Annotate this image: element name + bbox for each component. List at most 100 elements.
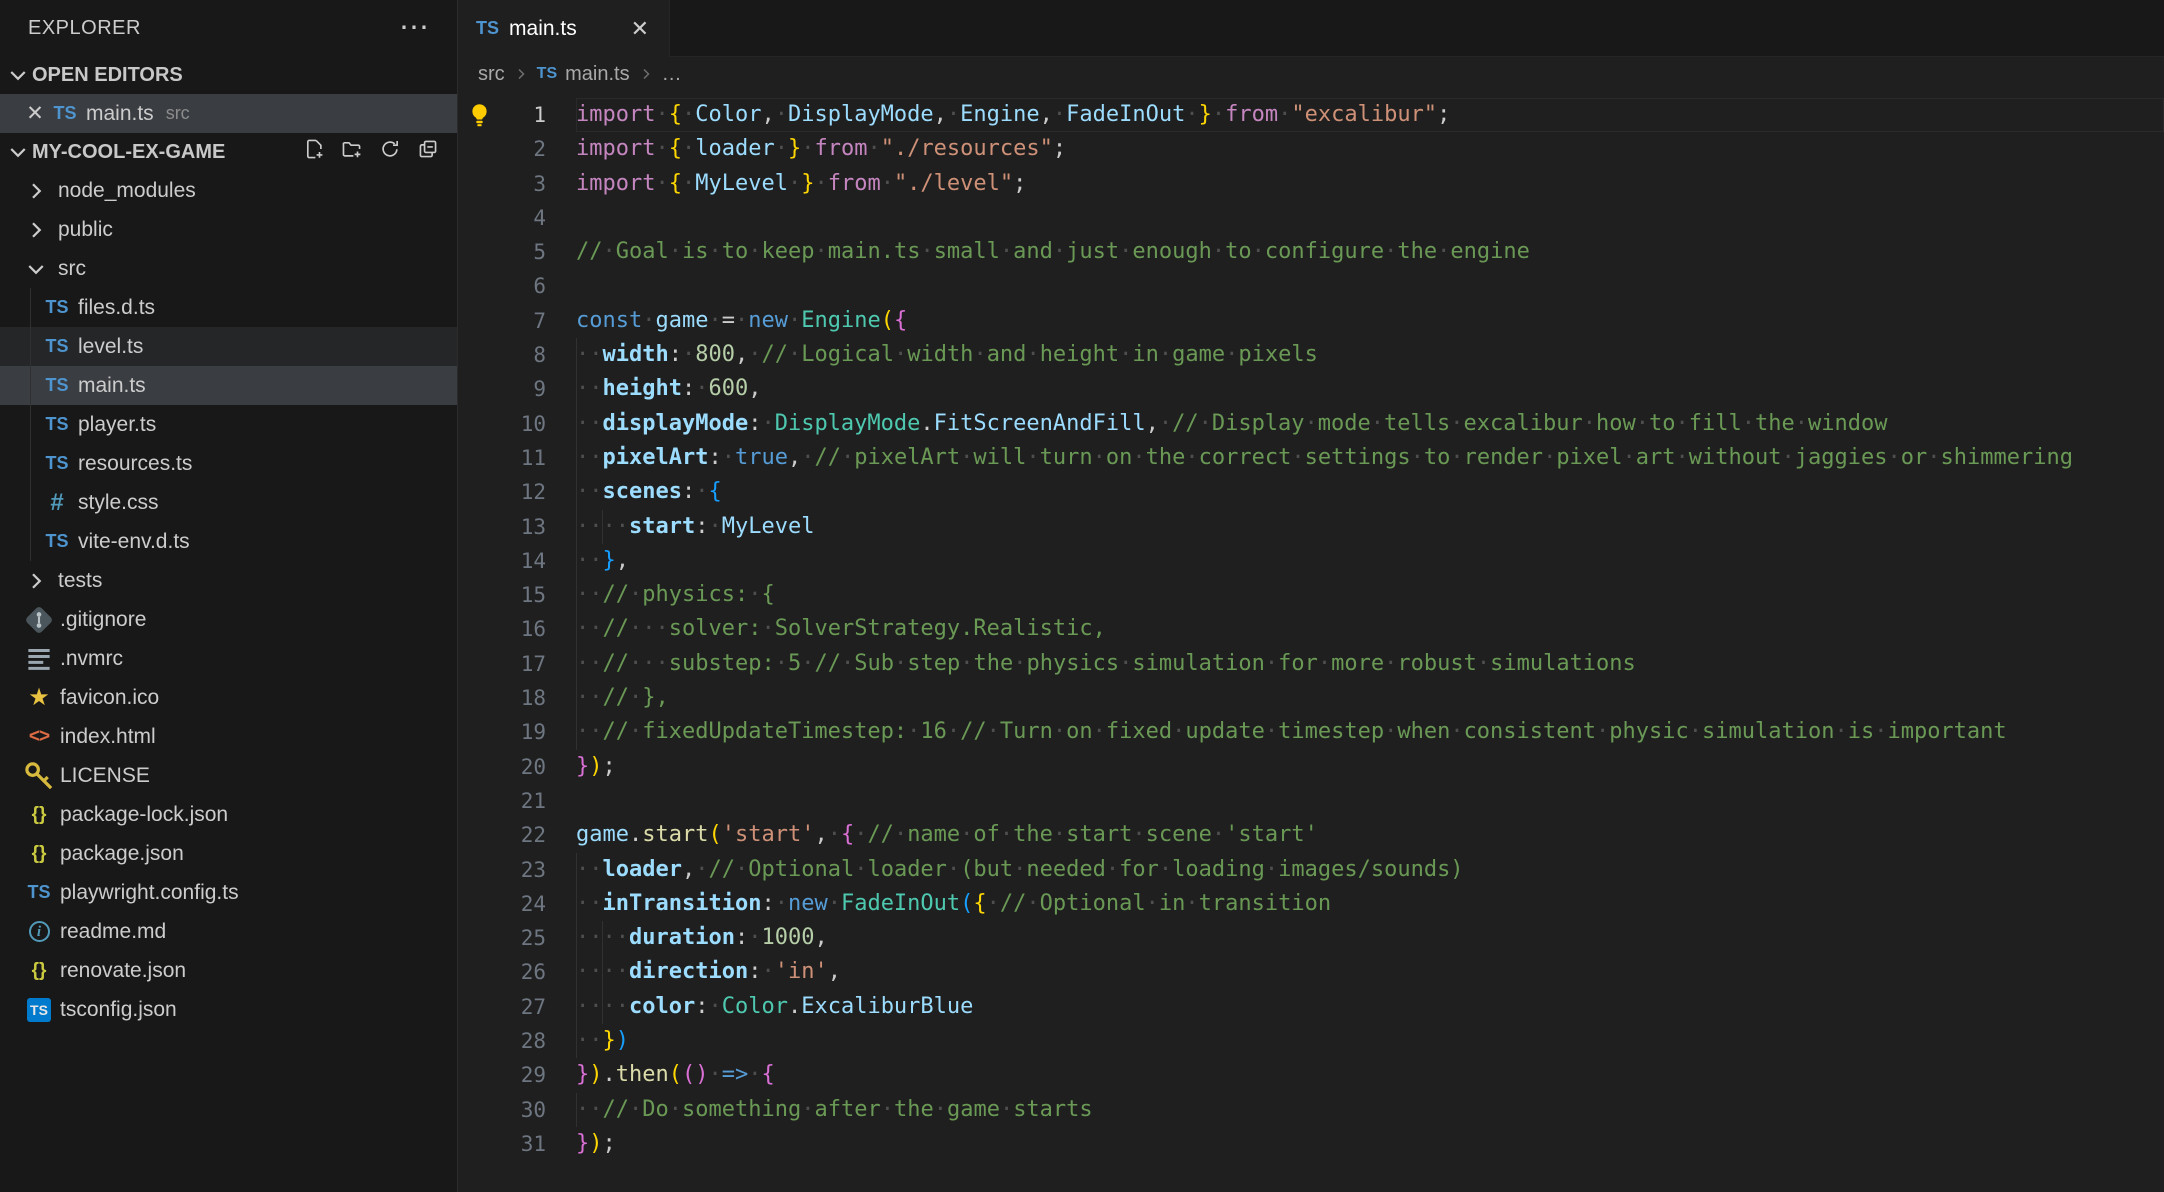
tree-file-tsconfig.json[interactable]: TS tsconfig.json: [0, 990, 457, 1029]
new-file-button[interactable]: [303, 138, 325, 166]
tree-file-files.d.ts[interactable]: TS files.d.ts: [0, 288, 457, 327]
code-line-content[interactable]: ··//···solver:·SolverStrategy.Realistic,: [576, 612, 2164, 647]
line-number[interactable]: 8: [458, 338, 576, 372]
tree-file-.nvmrc[interactable]: .nvmrc: [0, 639, 457, 678]
collapse-all-button[interactable]: [417, 138, 439, 166]
code-line-content[interactable]: ····direction:·'in',: [576, 955, 2164, 990]
code-line-content[interactable]: ··pixelArt:·true,·//·pixelArt·will·turn·…: [576, 440, 2164, 476]
code-line-content[interactable]: });: [576, 1127, 2164, 1161]
line-number[interactable]: 1: [458, 98, 576, 132]
tree-file-.gitignore[interactable]: .gitignore: [0, 600, 457, 639]
open-editors-section-header[interactable]: OPEN EDITORS: [0, 56, 457, 94]
code-line-content[interactable]: [576, 201, 2164, 235]
lightbulb-icon[interactable]: [466, 102, 493, 129]
breadcrumb-item[interactable]: src: [478, 63, 505, 86]
line-number[interactable]: 15: [458, 578, 576, 612]
line-number[interactable]: 22: [458, 818, 576, 852]
line-number[interactable]: 26: [458, 955, 576, 989]
tree-folder-tests[interactable]: tests: [0, 561, 457, 600]
line-number[interactable]: 18: [458, 681, 576, 715]
tree-file-style.css[interactable]: # style.css: [0, 483, 457, 522]
code-line-content[interactable]: ··//·Do·something·after·the·game·starts: [576, 1092, 2164, 1127]
tree-file-readme.md[interactable]: i readme.md: [0, 912, 457, 951]
open-editor-main.ts[interactable]: ✕ TS main.ts src: [0, 94, 457, 133]
line-number[interactable]: 10: [458, 407, 576, 441]
tab-main-ts[interactable]: TS main.ts ✕: [458, 0, 670, 57]
code-line-content[interactable]: ····color:·Color.ExcaliburBlue: [576, 989, 2164, 1025]
line-number[interactable]: 28: [458, 1024, 576, 1058]
code-line-content[interactable]: ··inTransition:·new·FadeInOut({·//·Optio…: [576, 886, 2164, 922]
line-number[interactable]: 7: [458, 304, 576, 338]
tree-file-package.json[interactable]: {} package.json: [0, 834, 457, 873]
close-icon[interactable]: ✕: [627, 14, 653, 44]
code-line-content[interactable]: }).then(()·=>·{: [576, 1058, 2164, 1092]
code-line-content[interactable]: ··},: [576, 543, 2164, 579]
tree-file-level.ts[interactable]: TS level.ts: [0, 327, 457, 366]
breadcrumb-item[interactable]: …: [662, 63, 682, 86]
code-line-content[interactable]: [576, 784, 2164, 818]
line-number[interactable]: 24: [458, 887, 576, 921]
line-number[interactable]: 3: [458, 167, 576, 201]
code-line-content[interactable]: import·{·loader·}·from·"./resources";: [576, 132, 2164, 166]
line-number[interactable]: 12: [458, 475, 576, 509]
line-number[interactable]: 29: [458, 1058, 576, 1092]
new-folder-button[interactable]: [341, 138, 363, 166]
line-number[interactable]: 19: [458, 715, 576, 749]
code-line-content[interactable]: ··//·physics:·{: [576, 578, 2164, 613]
tree-file-package-lock.json[interactable]: {} package-lock.json: [0, 795, 457, 834]
breadcrumb-item[interactable]: TS main.ts: [537, 63, 630, 86]
line-number[interactable]: 14: [458, 544, 576, 578]
code-line-content[interactable]: ··height:·600,: [576, 372, 2164, 407]
code-line-content[interactable]: ··loader,·//·Optional·loader·(but·needed…: [576, 852, 2164, 887]
tree-file-player.ts[interactable]: TS player.ts: [0, 405, 457, 444]
line-number[interactable]: 23: [458, 853, 576, 887]
code-line-content[interactable]: });: [576, 750, 2164, 784]
line-number[interactable]: 9: [458, 372, 576, 406]
code-line-content[interactable]: ··//·},: [576, 681, 2164, 716]
line-number[interactable]: 13: [458, 510, 576, 544]
code-line-content[interactable]: ··//·fixedUpdateTimestep:·16·//·Turn·on·…: [576, 715, 2164, 750]
tree-file-main.ts[interactable]: TS main.ts: [0, 366, 457, 405]
code-line-content[interactable]: import·{·MyLevel·}·from·"./level";: [576, 167, 2164, 201]
code-line-content[interactable]: ····start:·MyLevel: [576, 509, 2164, 544]
tree-file-playwright.config.ts[interactable]: TS playwright.config.ts: [0, 873, 457, 912]
code-line-content[interactable]: //·Goal·is·to·keep·main.ts·small·and·jus…: [576, 235, 2164, 269]
code-line-content[interactable]: ··scenes:·{: [576, 475, 2164, 510]
line-number[interactable]: 16: [458, 612, 576, 646]
code-line-content[interactable]: ··displayMode:·DisplayMode.FitScreenAndF…: [576, 406, 2164, 441]
indent-guide: [576, 681, 577, 716]
tree-file-favicon.ico[interactable]: ★ favicon.ico: [0, 678, 457, 717]
line-number[interactable]: 6: [458, 269, 576, 303]
code-line-content[interactable]: ····duration:·1000,: [576, 921, 2164, 956]
line-number[interactable]: 17: [458, 647, 576, 681]
line-number[interactable]: 21: [458, 784, 576, 818]
close-icon[interactable]: ✕: [22, 101, 48, 126]
refresh-button[interactable]: [379, 138, 401, 166]
tree-file-renovate.json[interactable]: {} renovate.json: [0, 951, 457, 990]
tree-folder-src[interactable]: src: [0, 249, 457, 288]
code-line-content[interactable]: import·{·Color,·DisplayMode,·Engine,·Fad…: [576, 98, 2164, 133]
code-line-content[interactable]: ··//···substep:·5·//·Sub·step·the·physic…: [576, 646, 2164, 682]
line-number[interactable]: 30: [458, 1093, 576, 1127]
tree-file-index.html[interactable]: <> index.html: [0, 717, 457, 756]
line-number[interactable]: 27: [458, 990, 576, 1024]
tree-folder-node_modules[interactable]: node_modules: [0, 171, 457, 210]
line-number[interactable]: 25: [458, 921, 576, 955]
tree-file-LICENSE[interactable]: LICENSE: [0, 756, 457, 795]
tree-file-resources.ts[interactable]: TS resources.ts: [0, 444, 457, 483]
line-number[interactable]: 2: [458, 132, 576, 166]
line-number[interactable]: 5: [458, 235, 576, 269]
line-number[interactable]: 20: [458, 750, 576, 784]
code-line-content[interactable]: ··width:·800,·//·Logical·width·and·heigh…: [576, 338, 2164, 373]
code-line-content[interactable]: ··}): [576, 1024, 2164, 1059]
line-number[interactable]: 11: [458, 441, 576, 475]
more-actions-icon[interactable]: ⋯: [399, 13, 431, 43]
tree-folder-public[interactable]: public: [0, 210, 457, 249]
line-number[interactable]: 31: [458, 1127, 576, 1161]
workspace-section-header[interactable]: MY-COOL-EX-GAME: [0, 133, 457, 171]
tree-file-vite-env.d.ts[interactable]: TS vite-env.d.ts: [0, 522, 457, 561]
code-line-content[interactable]: const·game·=·new·Engine({: [576, 304, 2164, 338]
line-number[interactable]: 4: [458, 201, 576, 235]
code-line-content[interactable]: game.start('start',·{·//·name·of·the·sta…: [576, 818, 2164, 852]
code-line-content[interactable]: [576, 269, 2164, 303]
